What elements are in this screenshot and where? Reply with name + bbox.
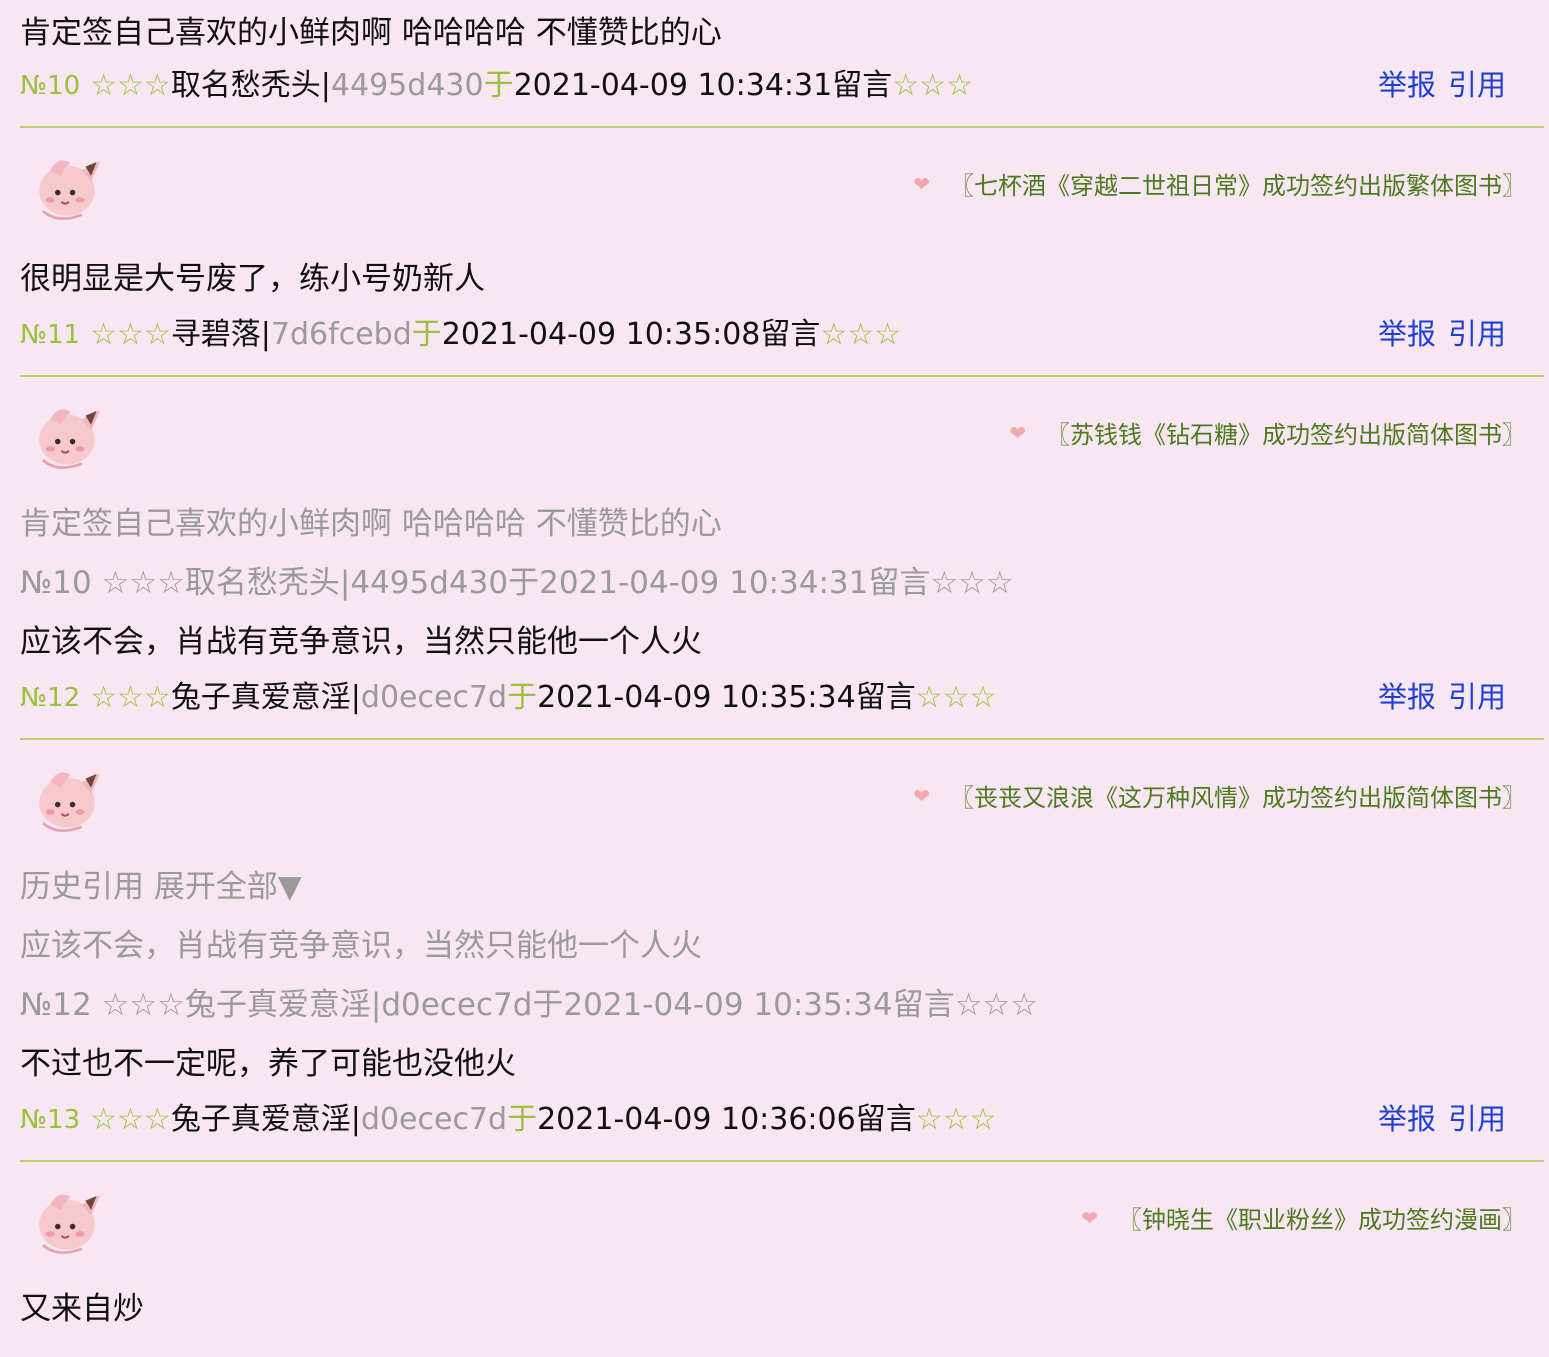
author-id: d0ecec7d bbox=[360, 680, 508, 715]
avatar bbox=[37, 771, 102, 832]
yu-label: 于 bbox=[507, 1102, 538, 1137]
post-header: ❤ 〖七杯酒《穿越二世祖日常》成功签约出版繁体图书〗 bbox=[20, 128, 1544, 228]
stars-left: ☆☆☆ bbox=[90, 68, 171, 103]
post-header: ❤ 〖苏钱钱《钻石糖》成功签约出版简体图书〗 bbox=[20, 377, 1544, 477]
heart-icon: ❤ bbox=[913, 783, 930, 808]
post-header: ❤ 〖丧丧又浪浪《这万种风情》成功签约出版简体图书〗 bbox=[20, 740, 1544, 840]
floor-number: №13 bbox=[20, 1105, 81, 1135]
avatar bbox=[37, 159, 102, 220]
comment-thread: 肯定签自己喜欢的小鲜肉啊 哈哈哈哈 不懂赞比的心 №10 ☆☆☆ 取名愁秃头| … bbox=[0, 0, 1549, 1357]
author-id: d0ecec7d bbox=[360, 1102, 508, 1137]
quote-link[interactable]: 引用 bbox=[1448, 680, 1506, 714]
stars-left: ☆☆☆ bbox=[90, 1102, 171, 1137]
signing-note: ❤ 〖苏钱钱《钻石糖》成功签约出版简体图书〗 bbox=[1009, 415, 1526, 450]
comment-meta: №11 ☆☆☆ 寻碧落| 7d6fcebd 于 2021-04-09 10:35… bbox=[20, 320, 1544, 350]
quote-link[interactable]: 引用 bbox=[1448, 1102, 1506, 1136]
comment-actions: 举报 引用 bbox=[1366, 71, 1506, 101]
floor-number: №11 bbox=[20, 320, 81, 350]
comment-meta: №12 ☆☆☆ 兔子真爱意淫| d0ecec7d 于 2021-04-09 10… bbox=[20, 683, 1544, 713]
author-name: 兔子真爱意淫| bbox=[170, 1102, 361, 1137]
post-header: ❤ 〖钟晓生《职业粉丝》成功签约漫画〗 bbox=[20, 1162, 1544, 1262]
signing-note: ❤ 〖丧丧又浪浪《这万种风情》成功签约出版简体图书〗 bbox=[913, 778, 1526, 813]
author-name: 寻碧落| bbox=[170, 317, 271, 352]
comment-text: 很明显是大号废了，练小号奶新人 bbox=[20, 261, 485, 297]
yu-label: 于 bbox=[483, 68, 514, 103]
floor-number: №10 bbox=[20, 71, 81, 101]
signing-note-text: 〖丧丧又浪浪《这万种风情》成功签约出版简体图书〗 bbox=[950, 784, 1526, 812]
author-id: 4495d430 bbox=[330, 68, 484, 103]
timestamp: 2021-04-09 10:35:34留言 bbox=[537, 680, 916, 715]
report-link[interactable]: 举报 bbox=[1378, 1102, 1436, 1136]
timestamp: 2021-04-09 10:36:06留言 bbox=[537, 1102, 916, 1137]
author-name: 取名愁秃头| bbox=[170, 68, 331, 103]
comment-actions: 举报 引用 bbox=[1366, 1105, 1506, 1135]
heart-icon: ❤ bbox=[1081, 1205, 1098, 1230]
report-link[interactable]: 举报 bbox=[1378, 317, 1436, 351]
stars-right: ☆☆☆ bbox=[892, 68, 973, 103]
comment-text: 应该不会，肖战有竞争意识，当然只能他一个人火 bbox=[20, 624, 702, 660]
signing-note-text: 〖钟晓生《职业粉丝》成功签约漫画〗 bbox=[1118, 1206, 1526, 1234]
timestamp: 2021-04-09 10:34:31留言 bbox=[513, 68, 893, 103]
quoted-text: 肯定签自己喜欢的小鲜肉啊 哈哈哈哈 不懂赞比的心 bbox=[20, 506, 722, 542]
stars-left: ☆☆☆ bbox=[90, 317, 171, 352]
signing-note-text: 〖苏钱钱《钻石糖》成功签约出版简体图书〗 bbox=[1046, 421, 1526, 449]
comment-meta: №13 ☆☆☆ 兔子真爱意淫| d0ecec7d 于 2021-04-09 10… bbox=[20, 1105, 1544, 1135]
yu-label: 于 bbox=[507, 680, 538, 715]
stars-right: ☆☆☆ bbox=[820, 317, 902, 352]
quote-link[interactable]: 引用 bbox=[1448, 317, 1506, 351]
signing-note: ❤ 〖钟晓生《职业粉丝》成功签约漫画〗 bbox=[1081, 1200, 1526, 1235]
comment-text: 肯定签自己喜欢的小鲜肉啊 哈哈哈哈 不懂赞比的心 bbox=[20, 15, 722, 51]
stars-right: ☆☆☆ bbox=[915, 680, 997, 715]
timestamp: 2021-04-09 10:35:08留言 bbox=[441, 317, 821, 352]
comment-actions: 举报 引用 bbox=[1366, 683, 1506, 713]
report-link[interactable]: 举报 bbox=[1378, 680, 1436, 714]
heart-icon: ❤ bbox=[1009, 420, 1026, 445]
quoted-text: 应该不会，肖战有竞争意识，当然只能他一个人火 bbox=[20, 928, 702, 964]
quoted-comment: 肯定签自己喜欢的小鲜肉啊 哈哈哈哈 不懂赞比的心 №10 ☆☆☆取名愁秃头|44… bbox=[20, 509, 1544, 599]
avatar bbox=[37, 408, 102, 469]
avatar bbox=[37, 1193, 102, 1254]
quote-link[interactable]: 引用 bbox=[1448, 68, 1506, 102]
signing-note: ❤ 〖七杯酒《穿越二世祖日常》成功签约出版繁体图书〗 bbox=[913, 166, 1526, 201]
stars-left: ☆☆☆ bbox=[90, 680, 171, 715]
comment-meta: №10 ☆☆☆ 取名愁秃头| 4495d430 于 2021-04-09 10:… bbox=[20, 71, 1544, 101]
quoted-meta: №12 ☆☆☆兔子真爱意淫|d0ecec7d于2021-04-09 10:35:… bbox=[20, 987, 1039, 1023]
author-name: 兔子真爱意淫| bbox=[170, 680, 361, 715]
comment-text: 不过也不一定呢，养了可能也没他火 bbox=[20, 1046, 516, 1082]
history-quote-toggle[interactable]: 历史引用 展开全部▼ bbox=[20, 872, 1544, 903]
signing-note-text: 〖七杯酒《穿越二世祖日常》成功签约出版繁体图书〗 bbox=[950, 172, 1526, 200]
quoted-comment: 应该不会，肖战有竞争意识，当然只能他一个人火 №12 ☆☆☆兔子真爱意淫|d0e… bbox=[20, 931, 1544, 1021]
heart-icon: ❤ bbox=[913, 171, 930, 196]
stars-right: ☆☆☆ bbox=[915, 1102, 997, 1137]
quoted-meta: №10 ☆☆☆取名愁秃头|4495d430于2021-04-09 10:34:3… bbox=[20, 565, 1014, 601]
report-link[interactable]: 举报 bbox=[1378, 68, 1436, 102]
yu-label: 于 bbox=[411, 317, 442, 352]
comment-text: 又来自炒 bbox=[20, 1291, 144, 1327]
author-id: 7d6fcebd bbox=[270, 317, 412, 352]
comment-actions: 举报 引用 bbox=[1366, 320, 1506, 350]
floor-number: №12 bbox=[20, 683, 81, 713]
